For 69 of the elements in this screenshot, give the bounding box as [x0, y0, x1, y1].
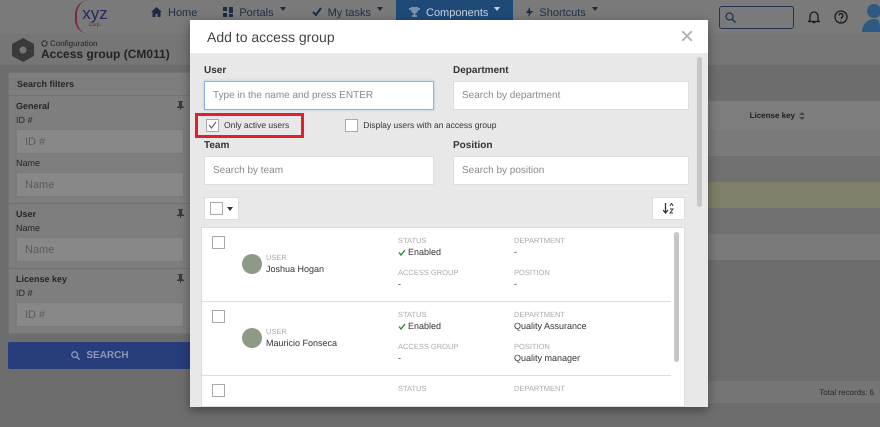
field-label: ID # [16, 288, 34, 298]
field-label: User [204, 65, 228, 76]
scrollbar-thumb[interactable] [697, 57, 702, 207]
grid-icon [223, 7, 234, 17]
scrollbar-thumb[interactable] [674, 232, 679, 362]
check-icon [208, 121, 217, 129]
caret-icon [280, 7, 286, 11]
home-icon [151, 7, 162, 17]
section-title: User [16, 209, 36, 219]
field-label: Team [204, 140, 230, 151]
field-value: Quality Assurance [514, 320, 588, 332]
checkbox[interactable] [206, 118, 219, 132]
bell-icon[interactable] [808, 10, 820, 24]
section-title: License key [16, 274, 68, 284]
user-name: Joshua Hogan [266, 263, 324, 275]
field-value: - [514, 246, 518, 258]
select-dropdown-button[interactable] [204, 197, 239, 220]
pin-icon[interactable] [177, 274, 184, 283]
caret-icon [494, 7, 500, 11]
option-label: Only active users [224, 120, 290, 130]
field-label: Position [453, 140, 494, 151]
checkbox-option[interactable]: Display users with an access group [334, 112, 512, 138]
sort-button[interactable] [652, 197, 685, 220]
page-title: Access group (CM011) [41, 48, 170, 60]
search-icon [71, 351, 80, 360]
search-icon [725, 12, 736, 22]
gear-icon [41, 40, 48, 46]
field-label: ID # [16, 115, 34, 125]
breadcrumb[interactable]: Configuration [41, 38, 170, 48]
status-value: Enabled [398, 246, 514, 258]
avatar [242, 254, 262, 274]
checkbox[interactable] [212, 310, 225, 323]
field-label: Department [453, 65, 510, 76]
sort-icon [799, 112, 805, 120]
caret-icon [377, 7, 383, 11]
search-field[interactable]: Type in the name and press ENTER [204, 81, 434, 110]
field-value: - [514, 278, 518, 290]
field-value: - [398, 352, 402, 364]
check-icon [312, 7, 322, 16]
pin-icon[interactable] [177, 209, 184, 218]
check-icon [398, 248, 406, 256]
nav-item[interactable]: Shortcuts [513, 0, 611, 34]
field-label: Name [16, 158, 42, 168]
user-name: Mauricio Fonseca [266, 337, 338, 349]
checkbox[interactable] [212, 384, 225, 397]
search-button[interactable]: SEARCH [8, 342, 192, 369]
caret-icon [592, 7, 598, 11]
search-field[interactable] [719, 6, 794, 28]
field-value: - [398, 278, 402, 290]
checkbox[interactable] [212, 236, 225, 249]
trophy-icon [409, 7, 420, 17]
check-icon [398, 322, 406, 330]
status-value: Enabled [398, 320, 514, 332]
field-value: Quality manager [514, 352, 582, 364]
sort-icon [663, 203, 674, 214]
column-header[interactable]: License key [750, 111, 805, 120]
checkbox[interactable] [345, 118, 358, 132]
section-title: General [16, 101, 50, 111]
avatar [242, 328, 262, 348]
avatar-icon[interactable] [862, 2, 880, 32]
field-label: Name [16, 223, 42, 233]
checkbox-option[interactable]: Only active users [195, 112, 304, 138]
gear-icon [12, 38, 34, 62]
close-button[interactable]: × [680, 26, 694, 46]
record-count: Total records: 6 [819, 388, 874, 396]
help-icon[interactable] [834, 10, 848, 24]
option-label: Display users with an access group [363, 120, 496, 130]
pin-icon[interactable] [177, 101, 184, 110]
bolt-icon [526, 7, 534, 17]
